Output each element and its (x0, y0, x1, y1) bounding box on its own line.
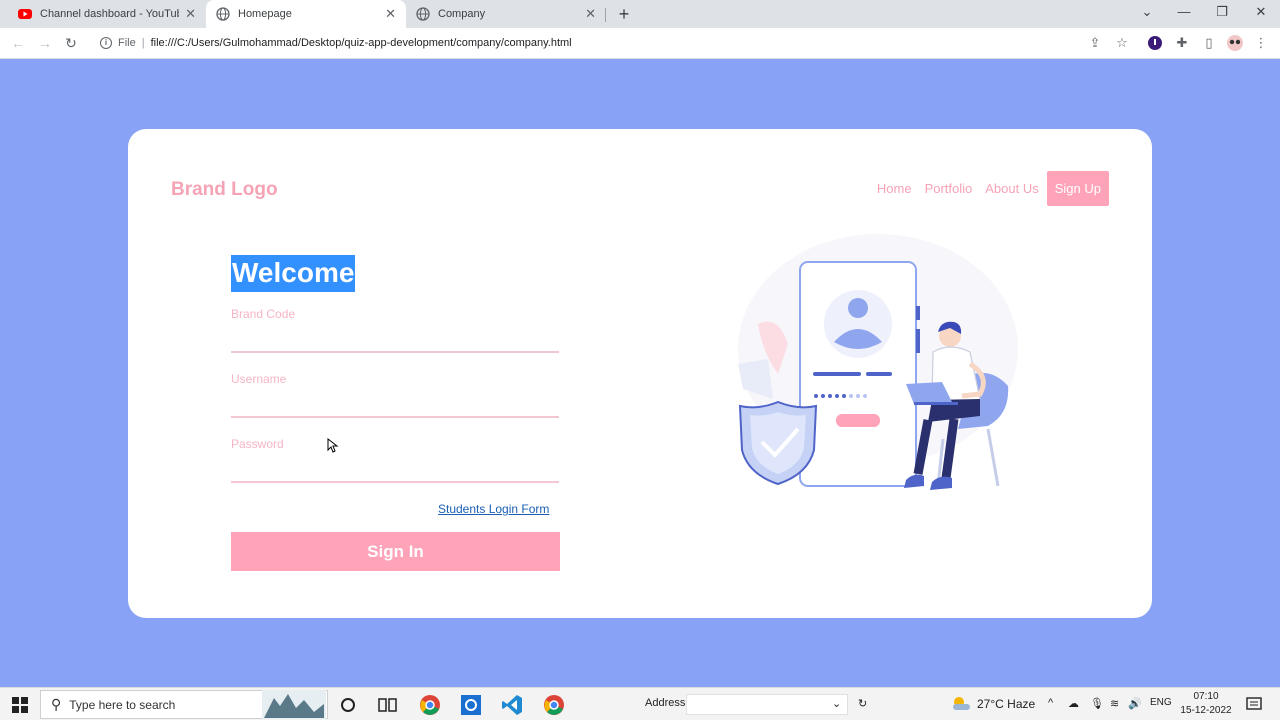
students-login-link[interactable]: Students Login Form (438, 502, 549, 516)
username-input[interactable] (231, 396, 559, 418)
youtube-icon (18, 9, 32, 19)
info-icon[interactable]: i (100, 37, 112, 49)
chevron-up-icon[interactable]: ^ (1048, 697, 1053, 709)
share-icon[interactable]: ⇪ (1086, 34, 1104, 52)
tab-title: Company (438, 8, 486, 20)
close-window-icon[interactable]: ✕ (1251, 4, 1271, 20)
star-icon[interactable]: ☆ (1113, 34, 1131, 52)
password-label: Password (231, 437, 284, 451)
username-label: Username (231, 372, 287, 386)
taskbar-clock[interactable]: 07:10 15-12-2022 (1176, 690, 1236, 718)
refresh-icon[interactable]: ↻ (858, 697, 867, 710)
task-view-icon[interactable] (376, 694, 398, 716)
microphone-icon[interactable]: 🎙 (1090, 697, 1104, 710)
tab-company[interactable]: Company ✕ (406, 0, 606, 28)
login-illustration (738, 234, 1018, 490)
cloud-icon[interactable]: ☁ (1068, 697, 1079, 710)
mouse-cursor-icon (327, 438, 339, 453)
windows-start-icon[interactable] (12, 697, 28, 713)
password-input[interactable] (231, 461, 559, 483)
puzzle-icon[interactable]: ✚ (1173, 34, 1191, 52)
url-text[interactable]: file:///C:/Users/Gulmohammad/Desktop/qui… (151, 37, 572, 49)
tab-title: Channel dashboard - YouTube St (40, 8, 179, 20)
chrome-icon[interactable] (419, 694, 441, 716)
welcome-heading: Welcome (231, 255, 356, 292)
brand-code-input[interactable] (231, 331, 559, 353)
wifi-icon[interactable]: ≋ (1110, 697, 1119, 710)
address-bar[interactable]: i File | file:///C:/Users/Gulmohammad/De… (92, 30, 1092, 56)
vscode-icon[interactable] (501, 694, 523, 716)
tab-channel-dashboard[interactable]: Channel dashboard - YouTube St ✕ (8, 0, 206, 28)
globe-icon (216, 7, 230, 21)
close-icon[interactable]: ✕ (185, 6, 196, 22)
reload-icon[interactable]: ↻ (62, 34, 80, 52)
avatar[interactable] (1226, 34, 1244, 52)
close-icon[interactable]: ✕ (385, 6, 396, 22)
tab-homepage[interactable]: Homepage ✕ (206, 0, 406, 28)
kebab-menu-icon[interactable]: ⋮ (1252, 34, 1270, 52)
browser-tab-strip: Channel dashboard - YouTube St ✕ Homepag… (0, 0, 1280, 28)
clock-date: 15-12-2022 (1180, 705, 1232, 716)
chrome-profile-icon[interactable] (543, 694, 565, 716)
taskbar-address-input[interactable] (686, 694, 848, 715)
minimize-icon[interactable]: — (1174, 4, 1194, 19)
cortana-icon[interactable] (337, 694, 359, 716)
extension-shield-icon[interactable] (1146, 34, 1164, 52)
url-scheme-label: File (118, 37, 136, 49)
language-indicator[interactable]: ENG (1150, 697, 1172, 708)
restore-icon[interactable]: ❐ (1212, 4, 1232, 20)
weather-haze-icon[interactable] (950, 694, 972, 712)
close-icon[interactable]: ✕ (585, 6, 596, 22)
notification-icon[interactable] (1246, 696, 1262, 712)
weather-text[interactable]: 27°C Haze (977, 697, 1035, 711)
speaker-icon[interactable]: 🔊 (1128, 697, 1142, 710)
signup-button[interactable]: Sign Up (1046, 171, 1109, 206)
sidepanel-icon[interactable]: ▯ (1200, 34, 1218, 52)
windows-taskbar: ⚲ Type here to search Address ⌄ ↻ 27°C H… (0, 687, 1280, 720)
globe-icon (416, 7, 430, 21)
back-arrow-icon[interactable]: ← (9, 34, 27, 52)
login-card: Brand Logo Home Portfolio About Us Sign … (128, 129, 1152, 618)
clock-time: 07:10 (1193, 691, 1219, 702)
url-divider: | (141, 37, 145, 49)
taskbar-address-label: Address (645, 697, 686, 709)
app-window-icon[interactable] (460, 694, 482, 716)
forward-arrow-icon[interactable]: → (36, 34, 54, 52)
search-icon: ⚲ (51, 696, 62, 712)
nav-about-link[interactable]: About Us (985, 181, 1038, 196)
new-tab-button[interactable]: + (614, 4, 634, 24)
search-highlight-image-icon (262, 690, 326, 719)
brand-logo[interactable]: Brand Logo (171, 179, 278, 201)
nav-home-link[interactable]: Home (877, 181, 912, 196)
taskbar-search-placeholder: Type here to search (69, 697, 176, 712)
chevron-down-icon[interactable]: ⌄ (832, 697, 841, 710)
sign-in-button[interactable]: Sign In (231, 532, 560, 571)
brand-code-label: Brand Code (231, 307, 296, 321)
tab-search-icon[interactable]: ⌄ (1137, 4, 1157, 20)
browser-toolbar: ← → ↻ i File | file:///C:/Users/Gulmoham… (0, 28, 1280, 59)
nav-portfolio-link[interactable]: Portfolio (925, 181, 973, 196)
top-nav: Home Portfolio About Us Sign Up (864, 171, 1109, 206)
tab-separator (605, 8, 606, 22)
tab-title: Homepage (238, 8, 292, 20)
